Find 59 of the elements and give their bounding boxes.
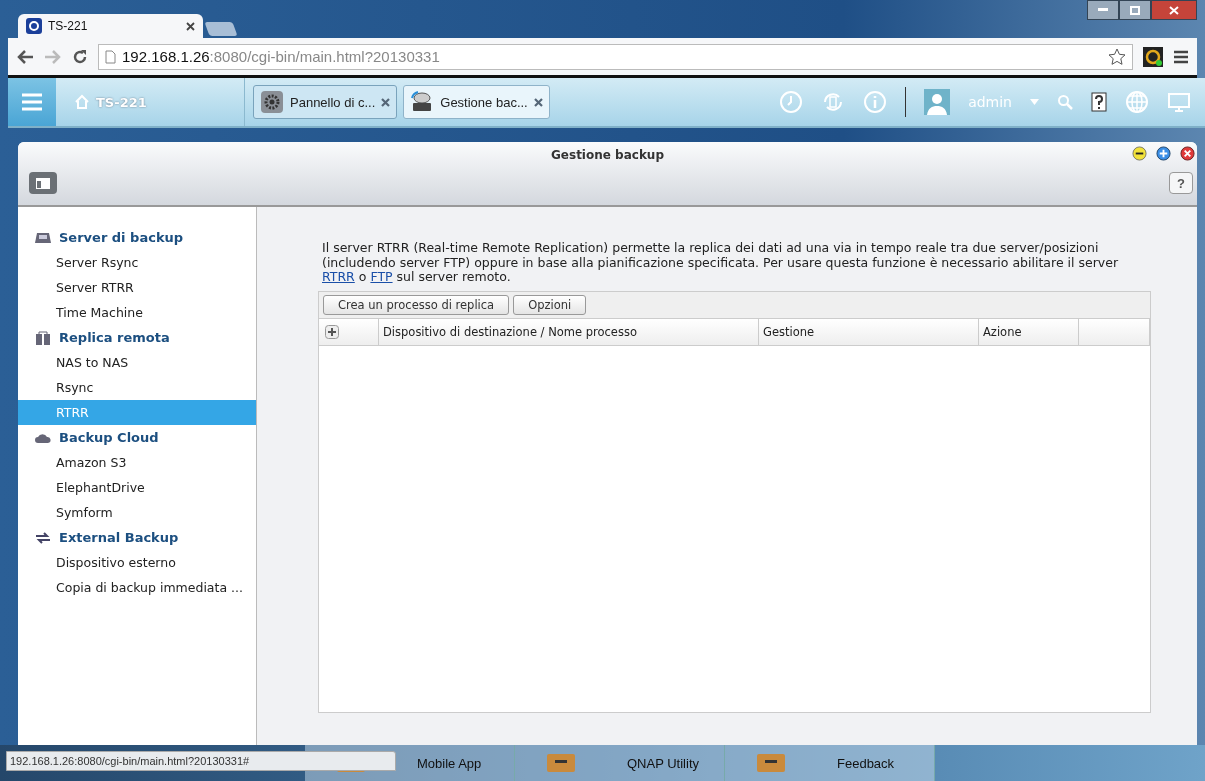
sidebar-group[interactable]: External Backup — [59, 530, 179, 545]
minimize-icon[interactable] — [1132, 146, 1147, 161]
star-icon[interactable] — [1108, 47, 1126, 66]
drive-icon — [35, 230, 51, 245]
sidebar-item[interactable]: Server Rsync — [18, 250, 256, 275]
menu-button[interactable] — [8, 78, 56, 126]
app-tab[interactable]: Pannello di c... — [253, 85, 398, 119]
sidebar-item[interactable]: Time Machine — [18, 300, 256, 325]
sidebar-group[interactable]: Backup Cloud — [59, 430, 159, 445]
column-header[interactable]: Azione — [979, 318, 1079, 345]
app-tab[interactable]: Gestione bac... — [403, 85, 550, 119]
sidebar-group[interactable]: Server di backup — [59, 230, 184, 245]
link[interactable]: RTRR — [322, 269, 355, 284]
sidebar-item[interactable]: Amazon S3 — [18, 450, 256, 475]
close-icon[interactable] — [533, 97, 543, 107]
sidebar-item[interactable]: Server RTRR — [18, 275, 256, 300]
expand-icon[interactable] — [325, 324, 339, 339]
dock-item[interactable]: Feedback — [725, 745, 935, 781]
column-header[interactable]: Gestione — [759, 318, 979, 345]
window-title: Gestione backup — [550, 148, 665, 162]
close-icon[interactable] — [381, 97, 391, 107]
toolbar-button[interactable]: Crea un processo di replica — [323, 294, 510, 315]
help-book-icon[interactable] — [1091, 92, 1107, 112]
sidebar-item[interactable]: Symform — [18, 500, 256, 525]
server-icon — [35, 330, 51, 345]
favicon-icon — [26, 18, 42, 35]
sidebar-item[interactable]: Dispositivo esterno — [18, 550, 256, 575]
toolbar-button[interactable]: Opzioni — [513, 294, 587, 315]
menu-icon[interactable] — [1173, 49, 1189, 64]
sidebar-toggle-button[interactable] — [29, 172, 57, 194]
browser-tab[interactable]: TS-221 — [18, 14, 203, 39]
back-icon[interactable] — [16, 48, 34, 65]
sidebar-item[interactable]: Copia di backup immediata ... — [18, 575, 256, 600]
sidebar-item[interactable]: NAS to NAS — [18, 350, 256, 375]
extension-icon[interactable] — [1143, 46, 1163, 67]
sidebar-item[interactable]: Rsync — [18, 375, 256, 400]
sidebar-group[interactable]: Replica remota — [59, 330, 170, 345]
address-field[interactable]: 192.168.1.26:8080/cgi-bin/main.html?20130331 — [98, 43, 1133, 70]
close-icon[interactable] — [186, 21, 195, 31]
new-tab-button[interactable] — [204, 22, 238, 37]
description-text: Il server RTRR (Real-time Remote Replication) permette la replica dei dati ad una via in tempo reale tra due server/posizioni (includendo server FTP) oppure in base alla pianificazione specificata. Per usare questa funzione è necessario abilitare il server RTRR o FTP sul server remoto. — [322, 241, 1120, 285]
sync-arrows-icon — [35, 530, 51, 545]
minimize-button[interactable] — [1087, 0, 1119, 20]
app-icon — [755, 752, 787, 774]
help-button[interactable]: ? — [1169, 172, 1193, 194]
panel-icon[interactable] — [35, 176, 51, 190]
dock-item[interactable]: QNAP Utility — [515, 745, 725, 781]
maximize-button[interactable] — [1119, 0, 1151, 20]
sidebar-item[interactable]: ElephantDrive — [18, 475, 256, 500]
close-icon[interactable] — [1180, 146, 1195, 161]
reload-icon[interactable] — [72, 48, 88, 65]
gear-icon — [260, 90, 284, 114]
status-url-tooltip: 192.168.1.26:8080/cgi-bin/main.html?20130331# — [6, 751, 396, 771]
link[interactable]: FTP — [370, 269, 393, 284]
page-icon — [105, 49, 116, 64]
column-header[interactable]: Dispositivo di destinazione / Nome processo — [379, 318, 759, 345]
app-icon — [545, 752, 577, 774]
close-button[interactable] — [1151, 0, 1197, 20]
maximize-icon[interactable] — [1156, 146, 1171, 161]
